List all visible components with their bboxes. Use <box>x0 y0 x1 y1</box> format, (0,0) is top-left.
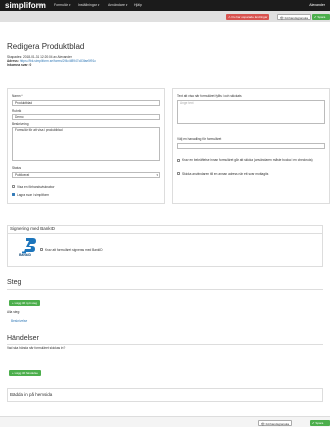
description-textarea[interactable]: Formulär för att visa i produktblad <box>12 127 160 161</box>
nav-item-formular[interactable]: Formulär ▾ <box>54 3 71 8</box>
preview-button[interactable]: 👁 Förhandsgranska <box>277 13 311 20</box>
status-value: Publicerat <box>15 173 30 177</box>
top-navbar: simpliform Hem Formulär ▾ Inställningar … <box>0 0 330 11</box>
embed-section-title: Bädda in på hemsida <box>10 392 53 397</box>
done-text-textarea[interactable]: Ange text <box>177 100 325 124</box>
divider <box>7 344 323 345</box>
save-responses-label: Lagra svar i simpliform <box>17 192 50 197</box>
status-select[interactable]: Publicerat ▾ <box>12 172 160 178</box>
bottom-action-bar: 👁 Förhandsgranska ✔ Spara <box>0 416 330 427</box>
chevron-down-icon: ▾ <box>156 173 158 177</box>
step-link[interactable]: Beskrivelse <box>11 319 27 323</box>
nav-item-hem[interactable]: Hem <box>38 3 45 8</box>
bankid-logo-text: BankID <box>19 253 32 257</box>
confirm-checkbox[interactable] <box>177 159 180 162</box>
nav-label: Hjälp <box>134 3 142 7</box>
add-event-button[interactable]: + Lägg till händelse <box>9 370 41 376</box>
confirm-label: Krav en bekräftelse innan formuläret går… <box>182 158 313 162</box>
redirect-after-submit-label: Skicka användaren till en annan adress n… <box>182 171 269 176</box>
page-title: Redigera Produktblad <box>7 42 85 51</box>
show-preview-checkbox[interactable] <box>12 185 15 188</box>
divider <box>7 289 323 290</box>
bankid-logo-icon <box>22 238 36 254</box>
nav-item-installningar[interactable]: Inställningar ▾ <box>78 3 99 8</box>
show-preview-label: Visa en förhandsvisknabor <box>17 184 55 189</box>
embed-panel <box>7 388 323 402</box>
steps-list-label: Alla steg: <box>7 310 21 314</box>
bankid-section-title: Signering med BankID <box>10 226 56 231</box>
chevron-down-icon: ▾ <box>125 3 128 7</box>
action-bar: ⚠ Du har osparade ändringar 👁 Förhandsgr… <box>0 11 330 22</box>
save-button-bottom[interactable]: ✔ Spara <box>310 419 330 426</box>
status-label: Status <box>12 166 22 170</box>
add-step-button[interactable]: + Lägg till nytt steg <box>9 300 41 306</box>
divider <box>7 233 323 234</box>
unsaved-changes-badge: ⚠ Du har osparade ändringar <box>226 13 270 20</box>
events-section-title: Händelser <box>7 335 39 342</box>
chevron-down-icon: ▾ <box>97 3 100 7</box>
nav-item-anvandare[interactable]: Användare ▾ <box>108 3 127 8</box>
save-responses-checkbox[interactable] <box>12 193 15 196</box>
save-button[interactable]: ✔ Spara <box>312 13 330 20</box>
done-text-label: Text att visa när formuläret fyllts i oc… <box>177 94 242 98</box>
heading-label: Rubrik <box>12 109 22 113</box>
heading-input[interactable]: Demo <box>12 114 160 120</box>
bankid-signing-checkbox[interactable] <box>40 248 43 251</box>
nav-label: Formulär <box>54 3 69 7</box>
redirect-label: Välj en hanadling för formuläret <box>177 137 222 141</box>
nav-label: Användare <box>108 3 125 7</box>
redirect-after-submit-checkbox[interactable] <box>177 172 180 175</box>
nav-item-hjalp[interactable]: Hjälp <box>134 3 142 8</box>
nav-label: Hem <box>38 3 46 7</box>
name-input[interactable]: Produktblad <box>12 100 160 106</box>
bankid-signing-label: Krav att formuläret signeras med BankID <box>45 247 103 252</box>
redirect-input[interactable] <box>177 143 325 149</box>
user-menu[interactable]: Alexander <box>309 3 325 8</box>
steps-section-title: Steg <box>7 279 22 286</box>
nav-label: Inställningar <box>78 3 97 7</box>
chevron-down-icon: ▾ <box>69 3 71 7</box>
responses-count: Inkomna svar: 0 <box>7 63 32 67</box>
description-label: Beskrivning <box>12 122 29 126</box>
events-subtitle: Vad ska hända när formuläret skickas in? <box>7 346 66 350</box>
preview-button-bottom[interactable]: 👁 Förhandsgranska <box>258 419 292 426</box>
name-label: Namn * <box>12 94 23 98</box>
